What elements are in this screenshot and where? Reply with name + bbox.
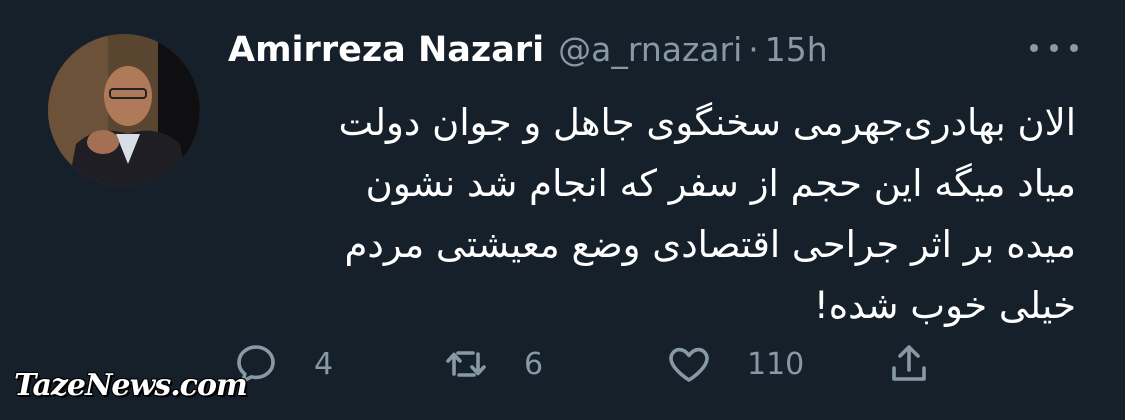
share-button[interactable]	[885, 340, 933, 388]
separator-dot: ·	[748, 30, 759, 69]
retweet-icon	[446, 351, 486, 377]
more-horizontal-icon	[1030, 44, 1038, 52]
author-handle[interactable]: @a_rnazari	[558, 30, 742, 69]
tweet-text: الان بهادری‌جهرمی سخنگوی جاهل و جوان دول…	[338, 101, 1076, 327]
like-count: 110	[747, 346, 805, 382]
author-name[interactable]: Amirreza Nazari	[228, 30, 544, 70]
reply-count: 4	[314, 346, 334, 382]
like-button[interactable]: 110	[665, 340, 804, 388]
avatar-photo	[48, 34, 200, 186]
avatar[interactable]	[48, 34, 200, 186]
share-icon	[892, 345, 926, 381]
heart-icon	[669, 347, 709, 382]
retweet-count: 6	[524, 346, 544, 382]
more-options-button[interactable]	[1030, 38, 1078, 58]
tweet-header: Amirreza Nazari @a_rnazari · 15h	[228, 30, 828, 70]
watermark: TazeNews.com	[14, 368, 248, 403]
tweet-timestamp[interactable]: 15h	[765, 30, 828, 69]
retweet-button[interactable]: 6	[442, 340, 543, 388]
reply-button[interactable]: 4	[232, 340, 333, 388]
